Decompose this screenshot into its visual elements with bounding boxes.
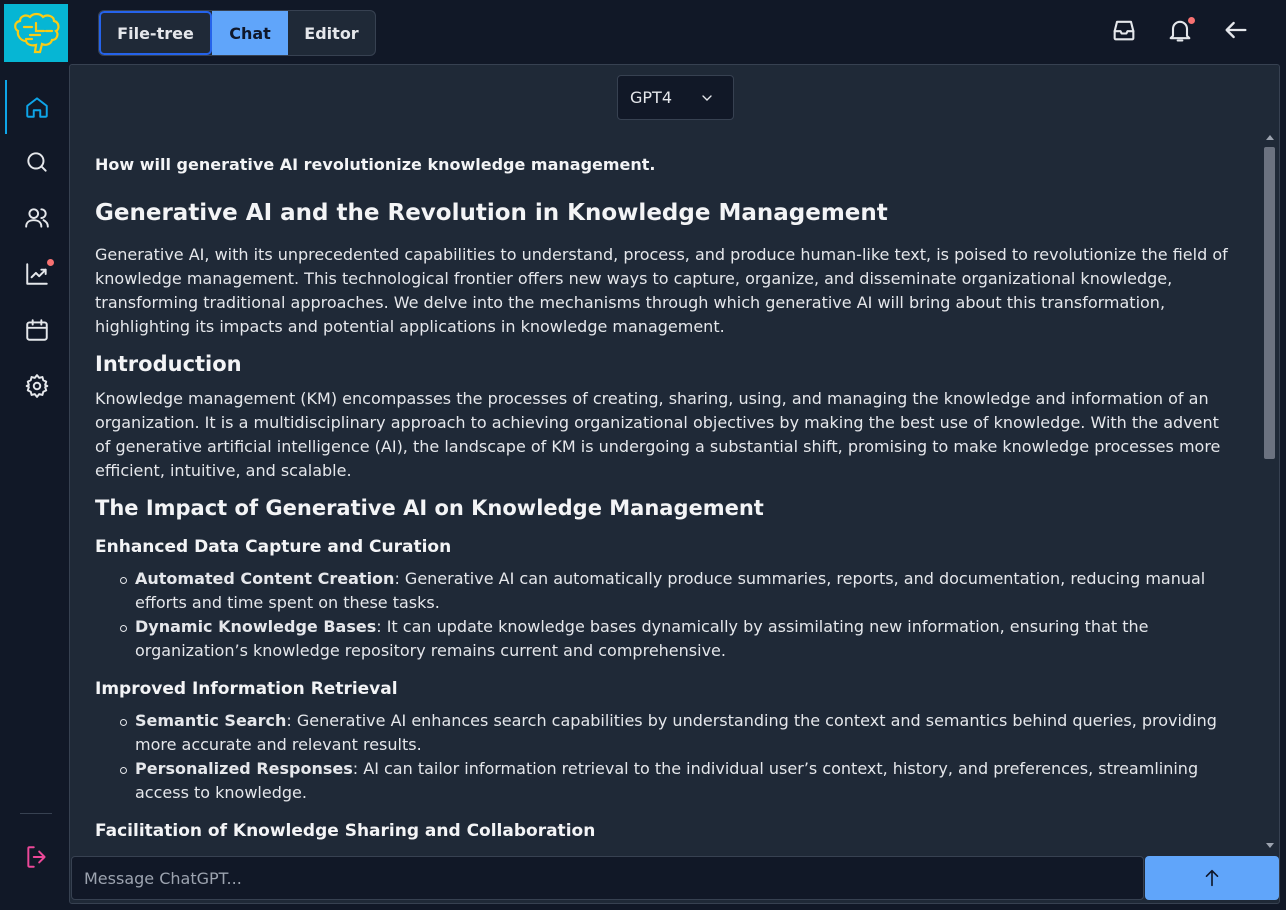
model-select-value: GPT4 bbox=[630, 88, 672, 107]
gear-icon[interactable] bbox=[19, 368, 55, 404]
chat-messages: How will generative AI revolutionize kno… bbox=[95, 149, 1235, 853]
message-input[interactable] bbox=[71, 856, 1144, 900]
list-item-term: Dynamic Knowledge Bases bbox=[135, 617, 377, 636]
list-item-term: Automated Content Creation bbox=[135, 569, 395, 588]
introduction-paragraph: Knowledge management (KM) encompasses th… bbox=[95, 389, 1221, 480]
chat-panel: GPT4 How will generative AI revolutioniz… bbox=[69, 64, 1280, 904]
list-item: Dynamic Knowledge Bases: It can update k… bbox=[120, 615, 1235, 663]
tab-editor[interactable]: Editor bbox=[288, 11, 375, 55]
information-retrieval-list: Semantic Search: Generative AI enhances … bbox=[120, 709, 1235, 805]
brain-logo-icon[interactable] bbox=[4, 4, 68, 62]
section-heading-impact: The Impact of Generative AI on Knowledge… bbox=[95, 496, 764, 520]
analytics-notification-dot bbox=[47, 259, 54, 266]
list-item-text: : Generative AI enhances search capabili… bbox=[135, 711, 1217, 754]
list-item: Personalized Responses: AI can tailor in… bbox=[120, 757, 1235, 805]
response-title: Generative AI and the Revolution in Know… bbox=[95, 200, 888, 226]
user-prompt: How will generative AI revolutionize kno… bbox=[95, 155, 656, 174]
active-indicator bbox=[5, 80, 7, 134]
arrow-up-icon bbox=[1205, 869, 1219, 887]
view-tabs: File-tree Chat Editor bbox=[98, 10, 376, 56]
calendar-icon[interactable] bbox=[19, 312, 55, 348]
list-item-term: Personalized Responses bbox=[135, 759, 353, 778]
send-button[interactable] bbox=[1145, 856, 1279, 900]
home-icon[interactable] bbox=[19, 89, 55, 125]
logout-icon[interactable] bbox=[19, 839, 55, 875]
data-capture-list: Automated Content Creation: Generative A… bbox=[120, 567, 1235, 663]
tab-chat[interactable]: Chat bbox=[212, 11, 288, 55]
tab-file-tree[interactable]: File-tree bbox=[99, 11, 212, 55]
inbox-icon[interactable] bbox=[1108, 14, 1140, 46]
scroll-down-arrow-icon[interactable] bbox=[1266, 843, 1274, 848]
model-select[interactable]: GPT4 bbox=[617, 75, 734, 120]
scroll-up-arrow-icon[interactable] bbox=[1266, 135, 1274, 140]
intro-paragraph: Generative AI, with its unprecedented ca… bbox=[95, 245, 1228, 336]
users-icon[interactable] bbox=[19, 200, 55, 236]
list-item: Automated Content Creation: Generative A… bbox=[120, 567, 1235, 615]
search-icon[interactable] bbox=[19, 144, 55, 180]
scrollbar-thumb[interactable] bbox=[1264, 147, 1275, 459]
section-heading-introduction: Introduction bbox=[95, 352, 242, 376]
list-item: Semantic Search: Generative AI enhances … bbox=[120, 709, 1235, 757]
list-item-term: Semantic Search bbox=[135, 711, 287, 730]
arrow-left-icon[interactable] bbox=[1220, 14, 1252, 46]
bell-notification-dot bbox=[1188, 17, 1195, 24]
subheading-knowledge-sharing: Facilitation of Knowledge Sharing and Co… bbox=[95, 821, 596, 841]
sidebar-divider bbox=[20, 813, 52, 814]
subheading-data-capture: Enhanced Data Capture and Curation bbox=[95, 537, 452, 557]
sidebar bbox=[0, 0, 68, 910]
subheading-information-retrieval: Improved Information Retrieval bbox=[95, 679, 398, 699]
chevron-down-icon bbox=[702, 95, 712, 101]
